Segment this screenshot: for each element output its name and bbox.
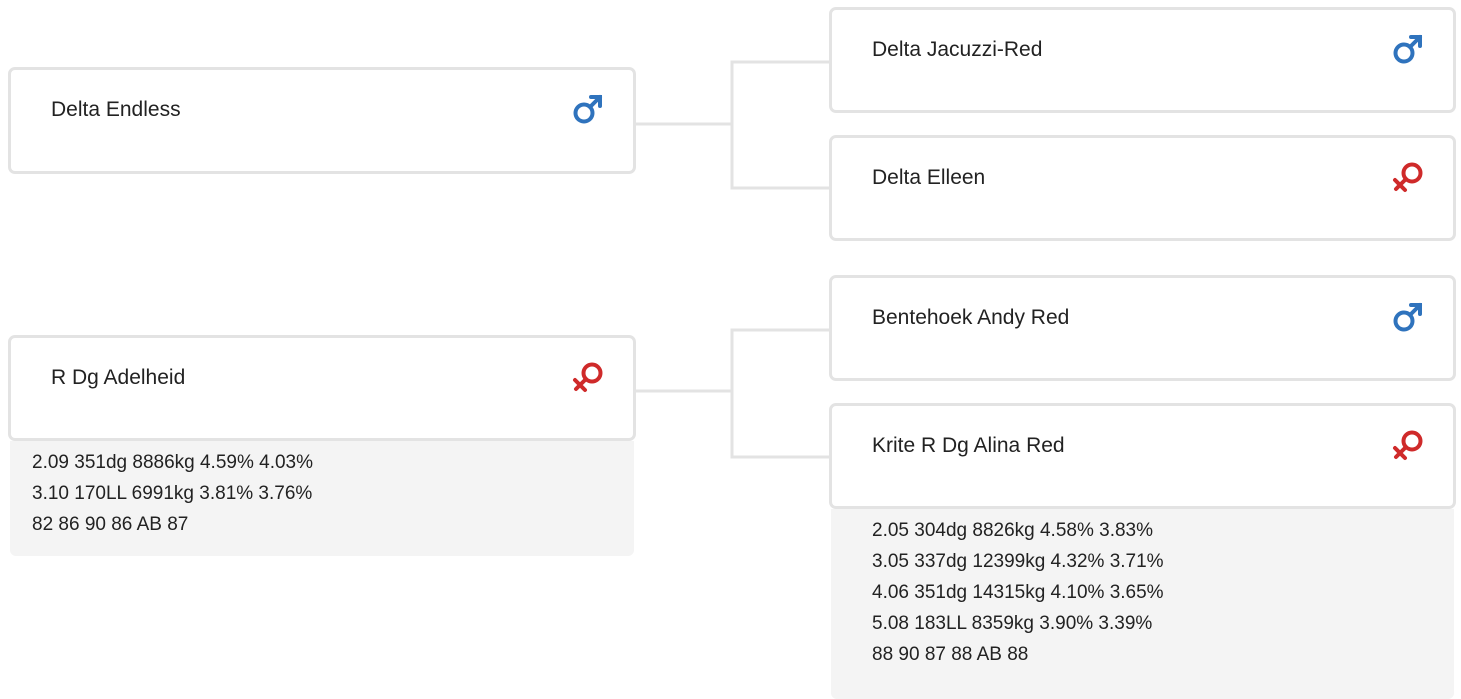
dam-performance-info: 2.09 351dg 8886kg 4.59% 4.03% 3.10 170LL… <box>10 441 634 556</box>
performance-line: 3.10 170LL 6991kg 3.81% 3.76% <box>32 483 313 504</box>
female-icon <box>1393 430 1423 460</box>
male-icon <box>1393 303 1422 332</box>
performance-line: 5.08 183LL 8359kg 3.90% 3.39% <box>872 613 1153 634</box>
performance-line: 2.09 351dg 8886kg 4.59% 4.03% <box>32 452 314 473</box>
sire-card[interactable]: Delta Endless <box>8 67 636 174</box>
male-icon <box>1393 35 1422 64</box>
dam-dam-card[interactable]: Krite R Dg Alina Red <box>829 403 1456 509</box>
dam-name: R Dg Adelheid <box>51 366 186 389</box>
dam-sire-name: Bentehoek Andy Red <box>872 306 1070 329</box>
connector-sire <box>634 60 830 190</box>
dam-sire-card[interactable]: Bentehoek Andy Red <box>829 275 1456 381</box>
sire-name: Delta Endless <box>51 98 181 121</box>
sire-dam-card[interactable]: Delta Elleen <box>829 135 1456 241</box>
performance-line: 3.05 337dg 12399kg 4.32% 3.71% <box>872 551 1164 572</box>
sire-sire-name: Delta Jacuzzi-Red <box>872 38 1043 61</box>
dam-card[interactable]: R Dg Adelheid <box>8 335 636 441</box>
performance-line: 2.05 304dg 8826kg 4.58% 3.83% <box>872 520 1154 541</box>
female-icon <box>1393 162 1423 192</box>
connector-dam <box>634 328 830 459</box>
male-icon <box>573 95 602 124</box>
female-icon <box>573 362 603 392</box>
dam-dam-name: Krite R Dg Alina Red <box>872 434 1065 457</box>
performance-line: 88 90 87 88 AB 88 <box>872 644 1029 665</box>
sire-dam-name: Delta Elleen <box>872 166 986 189</box>
performance-line: 82 86 90 86 AB 87 <box>32 514 189 535</box>
dam-dam-performance-info: 2.05 304dg 8826kg 4.58% 3.83% 3.05 337dg… <box>831 509 1454 699</box>
sire-sire-card[interactable]: Delta Jacuzzi-Red <box>829 7 1456 113</box>
performance-line: 4.06 351dg 14315kg 4.10% 3.65% <box>872 582 1164 603</box>
